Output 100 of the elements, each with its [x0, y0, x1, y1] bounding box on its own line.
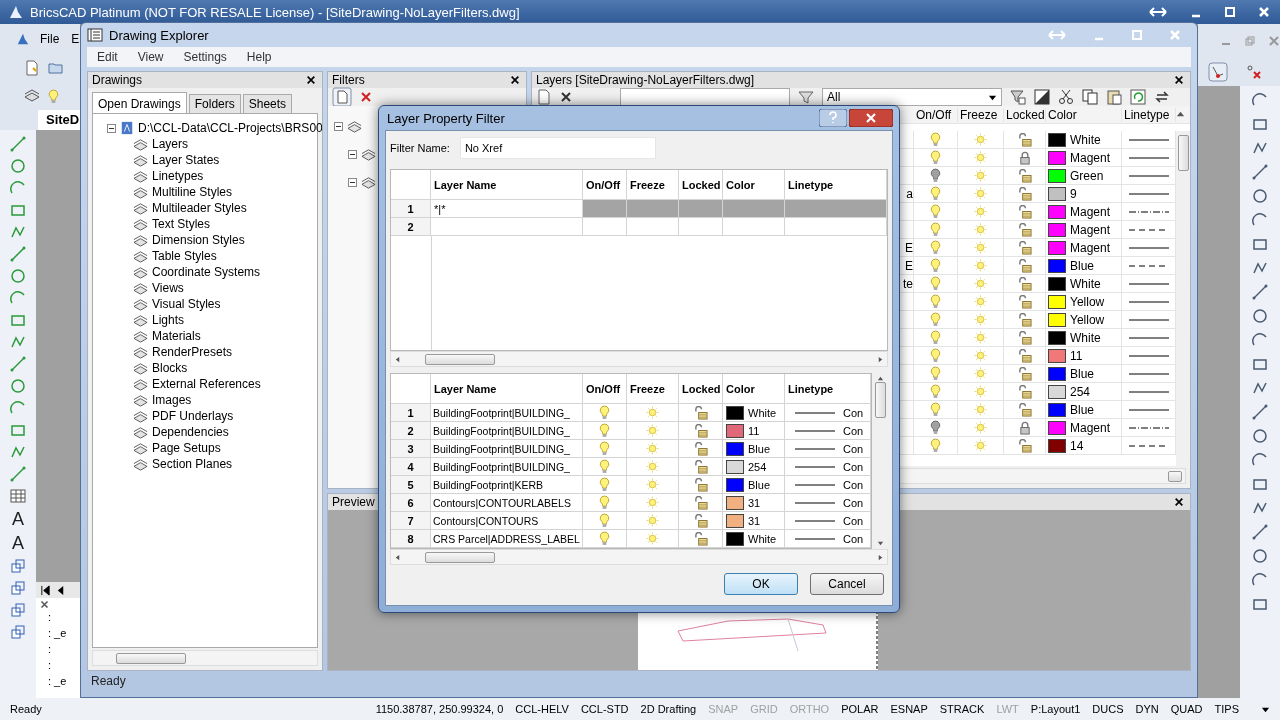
sun-icon[interactable]: [974, 277, 987, 290]
column-header[interactable]: Locked: [1004, 107, 1046, 122]
lightbulb-icon[interactable]: [599, 495, 610, 510]
menu-item[interactable]: Help: [244, 50, 274, 64]
column-header[interactable]: Color: [1046, 107, 1122, 122]
padlock-icon[interactable]: [1017, 420, 1032, 435]
status-toggle[interactable]: ESNAP: [890, 703, 928, 715]
circle-icon[interactable]: [10, 268, 26, 284]
column-header[interactable]: Freeze: [627, 170, 679, 199]
table-icon[interactable]: [10, 488, 26, 504]
status-toggle[interactable]: P:Layout1: [1030, 703, 1081, 715]
lightbulb-icon[interactable]: [930, 312, 941, 327]
table-cell[interactable]: [785, 200, 887, 217]
sun-icon[interactable]: [974, 439, 987, 452]
horizontal-scrollbar[interactable]: [390, 549, 888, 565]
filter-settings-icon[interactable]: [1010, 89, 1026, 105]
status-toggle[interactable]: POLAR: [841, 703, 879, 715]
arc-icon[interactable]: [10, 290, 26, 306]
menu-item[interactable]: Edit: [95, 50, 120, 64]
lightbulb-icon[interactable]: [930, 366, 941, 381]
resize-arrows-icon[interactable]: [1148, 6, 1168, 18]
delete-icon[interactable]: [560, 91, 572, 103]
polyline-icon[interactable]: [1252, 140, 1268, 156]
sun-icon[interactable]: [974, 421, 987, 434]
open-padlock-icon[interactable]: [1017, 186, 1032, 201]
snap-point-icon[interactable]: [1208, 62, 1228, 82]
sun-icon[interactable]: [646, 478, 659, 491]
line-icon[interactable]: [1252, 404, 1268, 420]
tree-item[interactable]: Multileader Styles: [152, 201, 247, 215]
sun-icon[interactable]: [646, 460, 659, 473]
lightbulb-icon[interactable]: [930, 294, 941, 309]
sun-icon[interactable]: [646, 514, 659, 527]
column-header[interactable]: Layer Name: [431, 170, 583, 199]
tree-item[interactable]: Images: [152, 393, 192, 407]
open-padlock-icon[interactable]: [693, 441, 708, 456]
close-icon[interactable]: [306, 75, 316, 85]
column-header[interactable]: Color: [723, 170, 785, 199]
rectangle-icon[interactable]: [1252, 596, 1268, 612]
lightbulb-icon[interactable]: [599, 531, 610, 546]
table-cell[interactable]: *|*: [434, 202, 446, 215]
scroll-up-icon[interactable]: [1176, 110, 1185, 119]
lightbulb-icon[interactable]: [599, 513, 610, 528]
tree-item[interactable]: Blocks: [152, 361, 188, 375]
polyline-icon[interactable]: [1252, 500, 1268, 516]
arc-icon[interactable]: [1252, 212, 1268, 228]
status-label[interactable]: 2D Drafting: [640, 703, 697, 715]
tree-item[interactable]: Visual Styles: [152, 297, 221, 311]
polyline-icon[interactable]: [1252, 380, 1268, 396]
lightbulb-icon[interactable]: [48, 88, 59, 104]
column-header[interactable]: Linetype: [785, 374, 871, 403]
circle-icon[interactable]: [10, 378, 26, 394]
open-padlock-icon[interactable]: [1017, 204, 1032, 219]
new-layer-icon[interactable]: [536, 89, 552, 105]
copy-icon[interactable]: [1082, 89, 1098, 105]
help-icon[interactable]: [819, 109, 847, 127]
sun-icon[interactable]: [974, 313, 987, 326]
open-padlock-icon[interactable]: [1017, 240, 1032, 255]
status-toggle[interactable]: TIPS: [1214, 703, 1239, 715]
stacked-squares-icon[interactable]: [10, 624, 26, 640]
rectangle-icon[interactable]: [1252, 116, 1268, 132]
half-square-icon[interactable]: [1034, 89, 1050, 105]
lightbulb-icon[interactable]: [930, 204, 941, 219]
sun-icon[interactable]: [974, 295, 987, 308]
horizontal-scrollbar[interactable]: [92, 650, 318, 666]
menu-item[interactable]: E: [69, 32, 82, 46]
lightbulb-icon[interactable]: [930, 186, 941, 201]
rectangle-icon[interactable]: [10, 312, 26, 328]
lightbulb-icon[interactable]: [930, 384, 941, 399]
lightbulb-icon[interactable]: [930, 330, 941, 345]
restore-icon[interactable]: [1244, 35, 1256, 47]
scroll-thumb[interactable]: [1177, 135, 1189, 171]
table-cell[interactable]: [679, 200, 723, 217]
sun-icon[interactable]: [974, 187, 987, 200]
menu-item[interactable]: View: [135, 50, 166, 64]
clipboard-icon[interactable]: [1106, 89, 1122, 105]
open-padlock-icon[interactable]: [1017, 402, 1032, 417]
line-icon[interactable]: [10, 246, 26, 262]
rectangle-icon[interactable]: [1252, 236, 1268, 252]
scissors-icon[interactable]: [1058, 89, 1074, 105]
tree-item[interactable]: RenderPresets: [152, 345, 233, 359]
tree-item[interactable]: Views: [152, 281, 184, 295]
table-cell[interactable]: [627, 200, 679, 217]
filter-dropdown[interactable]: All: [822, 88, 1002, 106]
open-padlock-icon[interactable]: [1017, 294, 1032, 309]
status-toggle[interactable]: STRACK: [939, 703, 985, 715]
sun-icon[interactable]: [646, 532, 659, 545]
tree-item[interactable]: Layers: [152, 137, 189, 151]
horizontal-scrollbar[interactable]: [390, 351, 888, 367]
cancel-button[interactable]: Cancel: [810, 573, 884, 595]
polyline-icon[interactable]: [10, 444, 26, 460]
line-icon[interactable]: [1252, 524, 1268, 540]
tree-item[interactable]: Materials: [152, 329, 201, 343]
open-padlock-icon[interactable]: [1017, 276, 1032, 291]
lightbulb-icon[interactable]: [930, 150, 941, 165]
column-header[interactable]: Locked: [679, 170, 723, 199]
lightbulb-icon[interactable]: [930, 438, 941, 453]
status-label[interactable]: CCL-HELV: [515, 703, 569, 715]
tree-item[interactable]: Text Styles: [152, 217, 211, 231]
column-header[interactable]: On/Off: [583, 170, 627, 199]
new-filter-icon[interactable]: [332, 87, 352, 107]
